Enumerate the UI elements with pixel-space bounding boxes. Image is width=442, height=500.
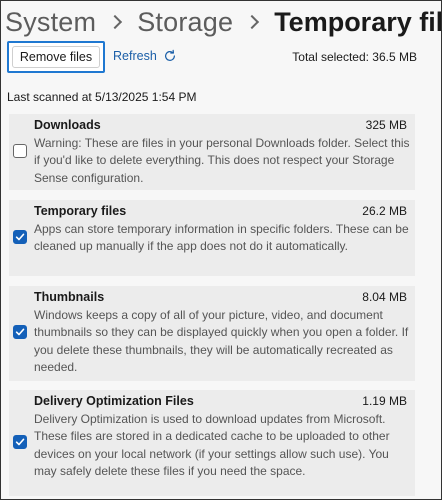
last-scanned-text: Last scanned at 5/13/2025 1:54 PM: [7, 90, 197, 104]
temporary-files-window: System Storage Temporary files Remove fi…: [0, 0, 442, 500]
chevron-right-icon: [108, 14, 123, 30]
category-description: Warning: These are files in your persona…: [34, 136, 410, 185]
toolbar: Remove files Refresh Total selected: 36.…: [7, 41, 431, 77]
breadcrumb-item-system[interactable]: System: [5, 7, 96, 38]
category-description: Apps can store temporary information in …: [34, 222, 409, 254]
category-description: Windows keeps a copy of all of your pict…: [34, 308, 409, 374]
category-size: 1.19 MB: [362, 394, 407, 408]
downloads-checkbox[interactable]: [13, 144, 27, 158]
category-item-thumbnails: Thumbnails 8.04 MB Windows keeps a copy …: [9, 286, 415, 381]
category-item-temporary-files: Temporary files 26.2 MB Apps can store t…: [9, 200, 415, 276]
remove-files-button-outline: [12, 46, 100, 68]
chevron-right-icon: [245, 14, 260, 30]
refresh-label: Refresh: [113, 49, 157, 63]
category-item-delivery-optimization: Delivery Optimization Files 1.19 MB Deli…: [9, 390, 415, 496]
total-selected: Total selected: 36.5 MB: [292, 50, 417, 64]
checkmark-icon: [15, 233, 25, 241]
category-size: 26.2 MB: [362, 204, 407, 218]
checkmark-icon: [15, 438, 25, 446]
category-item-downloads: Downloads 325 MB Warning: These are file…: [9, 114, 415, 190]
refresh-link[interactable]: Refresh: [113, 49, 177, 63]
category-size: 8.04 MB: [362, 290, 407, 304]
breadcrumb-item-storage[interactable]: Storage: [137, 7, 233, 38]
thumbnails-checkbox[interactable]: [13, 325, 27, 339]
checkmark-icon: [15, 328, 25, 336]
breadcrumb: System Storage Temporary files: [5, 3, 441, 41]
category-title: Temporary files: [34, 204, 127, 218]
category-title: Downloads: [34, 118, 101, 132]
temporary-files-checkbox[interactable]: [13, 230, 27, 244]
category-title: Delivery Optimization Files: [34, 394, 194, 408]
delivery-optimization-checkbox[interactable]: [13, 435, 27, 449]
remove-files-button[interactable]: Remove files: [7, 41, 105, 73]
refresh-icon: [164, 49, 175, 61]
category-description: Delivery Optimization is used to downloa…: [34, 412, 390, 478]
category-title: Thumbnails: [34, 290, 105, 304]
page-title: Temporary files: [274, 6, 441, 37]
category-size: 325 MB: [365, 118, 407, 132]
